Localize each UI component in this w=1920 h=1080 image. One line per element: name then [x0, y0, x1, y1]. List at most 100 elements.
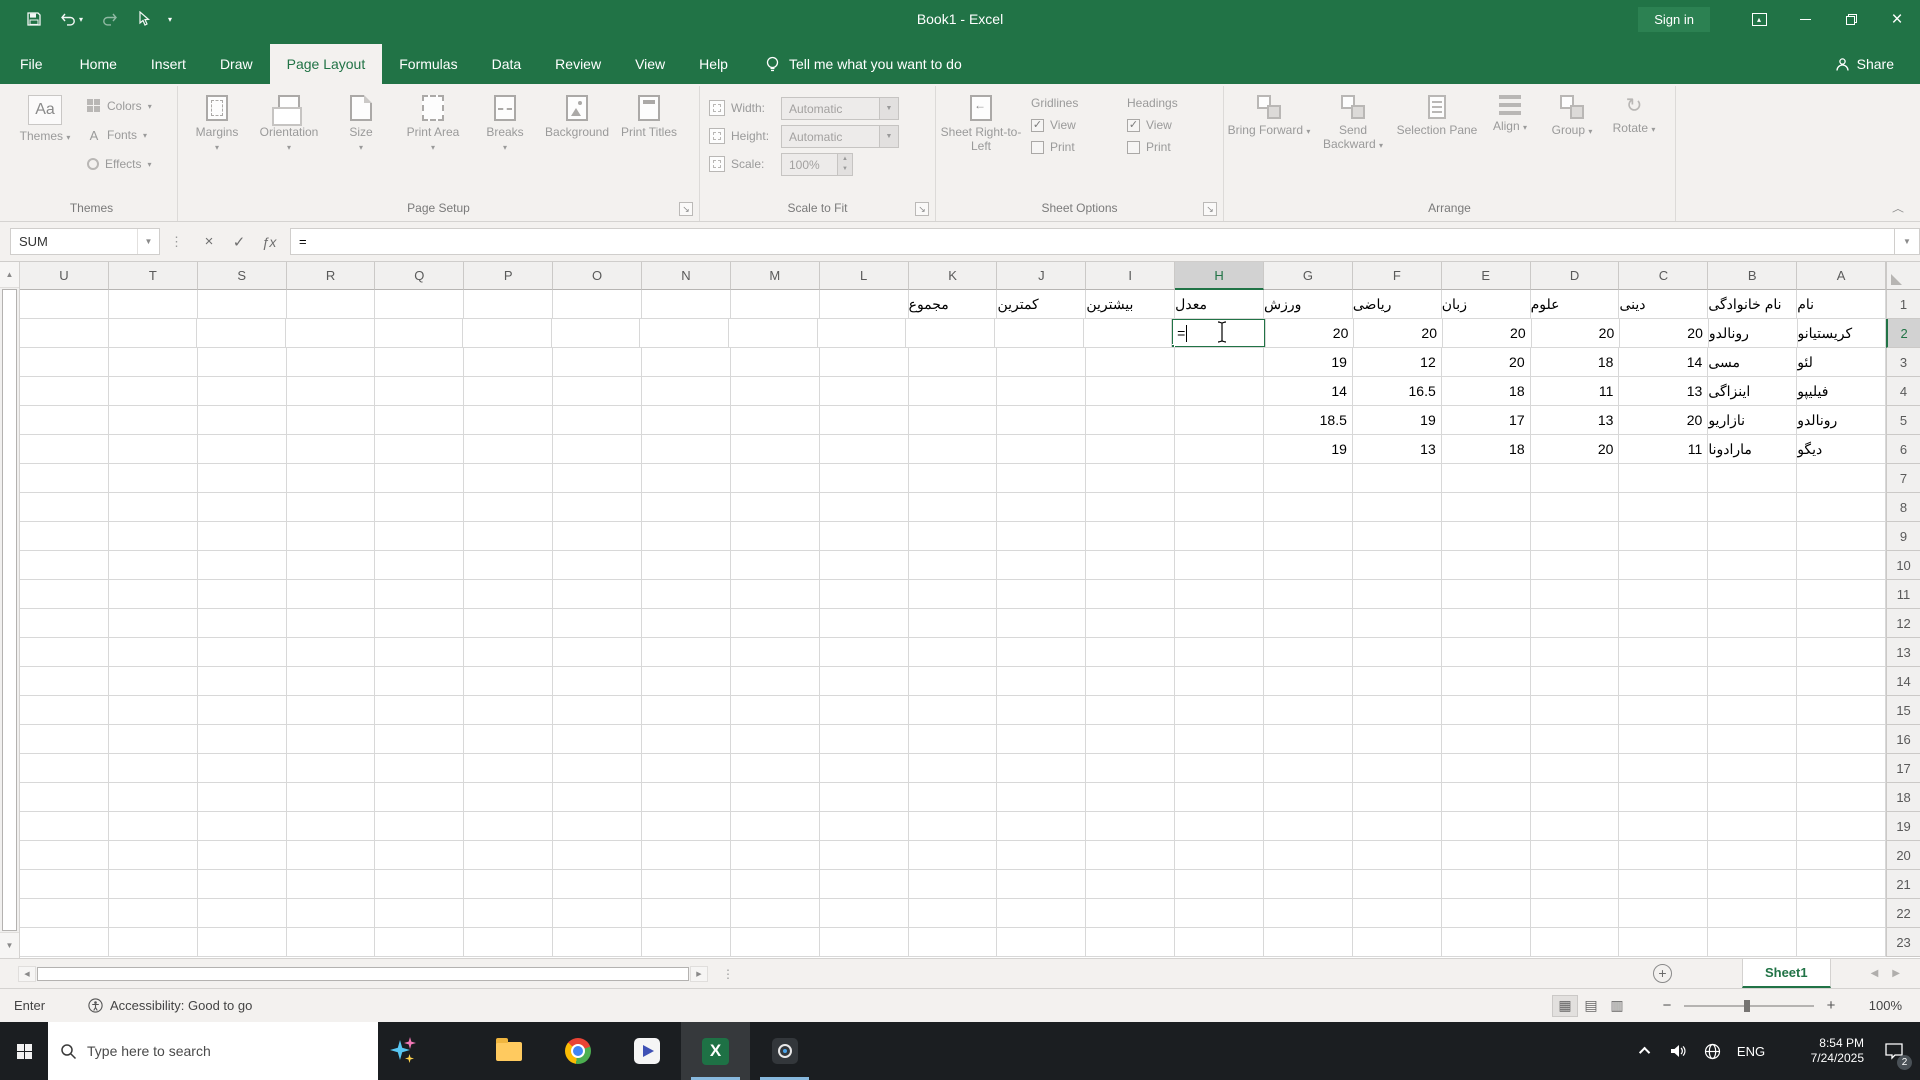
cell-P15[interactable] — [464, 696, 554, 725]
cell-M21[interactable] — [730, 870, 820, 899]
cell-J6[interactable] — [997, 435, 1087, 464]
cell-R22[interactable] — [286, 899, 376, 928]
cell-B15[interactable] — [1708, 696, 1798, 725]
cell-K6[interactable] — [908, 435, 998, 464]
cell-Q8[interactable] — [375, 493, 465, 522]
page-layout-view-button[interactable]: ▤ — [1578, 995, 1604, 1017]
cell-S18[interactable] — [197, 783, 287, 812]
cell-U14[interactable] — [20, 667, 109, 696]
cell-D10[interactable] — [1530, 551, 1620, 580]
cell-L23[interactable] — [819, 928, 909, 957]
cell-K11[interactable] — [908, 580, 998, 609]
cell-C17[interactable] — [1619, 754, 1709, 783]
cell-L11[interactable] — [819, 580, 909, 609]
cell-H19[interactable] — [1175, 812, 1265, 841]
column-header-K[interactable]: K — [908, 262, 998, 290]
cell-M11[interactable] — [730, 580, 820, 609]
cell-P23[interactable] — [464, 928, 554, 957]
cell-K19[interactable] — [908, 812, 998, 841]
cell-E9[interactable] — [1441, 522, 1531, 551]
cell-L6[interactable] — [819, 435, 909, 464]
bring-forward-button[interactable]: Bring Forward ▾ — [1227, 88, 1311, 198]
cell-L14[interactable] — [819, 667, 909, 696]
cell-N7[interactable] — [642, 464, 731, 493]
cell-R7[interactable] — [286, 464, 376, 493]
cell-N5[interactable] — [642, 406, 731, 435]
cell-I14[interactable] — [1086, 667, 1176, 696]
cell-K23[interactable] — [908, 928, 998, 957]
column-header-H[interactable]: H — [1175, 262, 1265, 290]
cell-F14[interactable] — [1352, 667, 1442, 696]
cell-R5[interactable] — [286, 406, 376, 435]
cell-U22[interactable] — [20, 899, 109, 928]
cell-I18[interactable] — [1086, 783, 1176, 812]
cell-E11[interactable] — [1441, 580, 1531, 609]
cell-T13[interactable] — [108, 638, 198, 667]
cell-C9[interactable] — [1619, 522, 1709, 551]
cell-O14[interactable] — [553, 667, 643, 696]
cell-P10[interactable] — [464, 551, 554, 580]
sign-in-button[interactable]: Sign in — [1638, 6, 1710, 32]
cell-H18[interactable] — [1175, 783, 1265, 812]
cell-Q7[interactable] — [375, 464, 465, 493]
cell-G21[interactable] — [1264, 870, 1353, 899]
formula-bar-grip[interactable]: ⋮ — [170, 234, 184, 250]
cell-S15[interactable] — [197, 696, 287, 725]
cell-L8[interactable] — [819, 493, 909, 522]
scroll-up-icon[interactable]: ▲ — [0, 262, 19, 288]
cell-M19[interactable] — [730, 812, 820, 841]
cell-A12[interactable] — [1797, 609, 1887, 638]
cell-D21[interactable] — [1530, 870, 1620, 899]
cell-C13[interactable] — [1619, 638, 1709, 667]
column-header-F[interactable]: F — [1352, 262, 1442, 290]
cell-U10[interactable] — [20, 551, 109, 580]
cell-J11[interactable] — [997, 580, 1087, 609]
cell-H6[interactable] — [1175, 435, 1265, 464]
cell-A9[interactable] — [1797, 522, 1887, 551]
cell-G5[interactable]: 18.5 — [1264, 406, 1353, 435]
cell-D11[interactable] — [1530, 580, 1620, 609]
cell-G2[interactable]: 20 — [1265, 319, 1355, 348]
cell-C20[interactable] — [1619, 841, 1709, 870]
accessibility-checker[interactable]: Accessibility: Good to go — [88, 998, 252, 1013]
cell-I17[interactable] — [1086, 754, 1176, 783]
cell-L10[interactable] — [819, 551, 909, 580]
cell-O19[interactable] — [553, 812, 643, 841]
cell-L17[interactable] — [819, 754, 909, 783]
cell-O20[interactable] — [553, 841, 643, 870]
cell-Q10[interactable] — [375, 551, 465, 580]
cell-B7[interactable] — [1708, 464, 1798, 493]
cell-C11[interactable] — [1619, 580, 1709, 609]
cell-D18[interactable] — [1530, 783, 1620, 812]
cell-S4[interactable] — [197, 377, 287, 406]
cell-G11[interactable] — [1264, 580, 1353, 609]
theme-effects-button[interactable]: Effects ▾ — [81, 152, 158, 176]
cell-O8[interactable] — [553, 493, 643, 522]
cell-I12[interactable] — [1086, 609, 1176, 638]
cell-Q22[interactable] — [375, 899, 465, 928]
redo-button[interactable] — [101, 12, 118, 27]
cell-B23[interactable] — [1708, 928, 1798, 957]
cell-E14[interactable] — [1441, 667, 1531, 696]
cell-B13[interactable] — [1708, 638, 1798, 667]
cell-G12[interactable] — [1264, 609, 1353, 638]
cell-U5[interactable] — [20, 406, 109, 435]
fill-handle[interactable] — [1172, 344, 1176, 347]
column-header-B[interactable]: B — [1708, 262, 1798, 290]
cell-K1[interactable]: مجموع — [908, 290, 998, 319]
cell-B18[interactable] — [1708, 783, 1798, 812]
cell-E2[interactable]: 20 — [1443, 319, 1532, 348]
cell-I8[interactable] — [1086, 493, 1176, 522]
cell-M15[interactable] — [730, 696, 820, 725]
cell-K2[interactable] — [906, 319, 995, 348]
cell-Q19[interactable] — [375, 812, 465, 841]
cell-A16[interactable] — [1797, 725, 1887, 754]
cell-I16[interactable] — [1086, 725, 1176, 754]
cell-M14[interactable] — [730, 667, 820, 696]
cell-R2[interactable] — [285, 319, 375, 348]
cell-E12[interactable] — [1441, 609, 1531, 638]
cell-R10[interactable] — [286, 551, 376, 580]
cell-C15[interactable] — [1619, 696, 1709, 725]
row-header-8[interactable]: 8 — [1886, 493, 1920, 522]
cell-M13[interactable] — [730, 638, 820, 667]
